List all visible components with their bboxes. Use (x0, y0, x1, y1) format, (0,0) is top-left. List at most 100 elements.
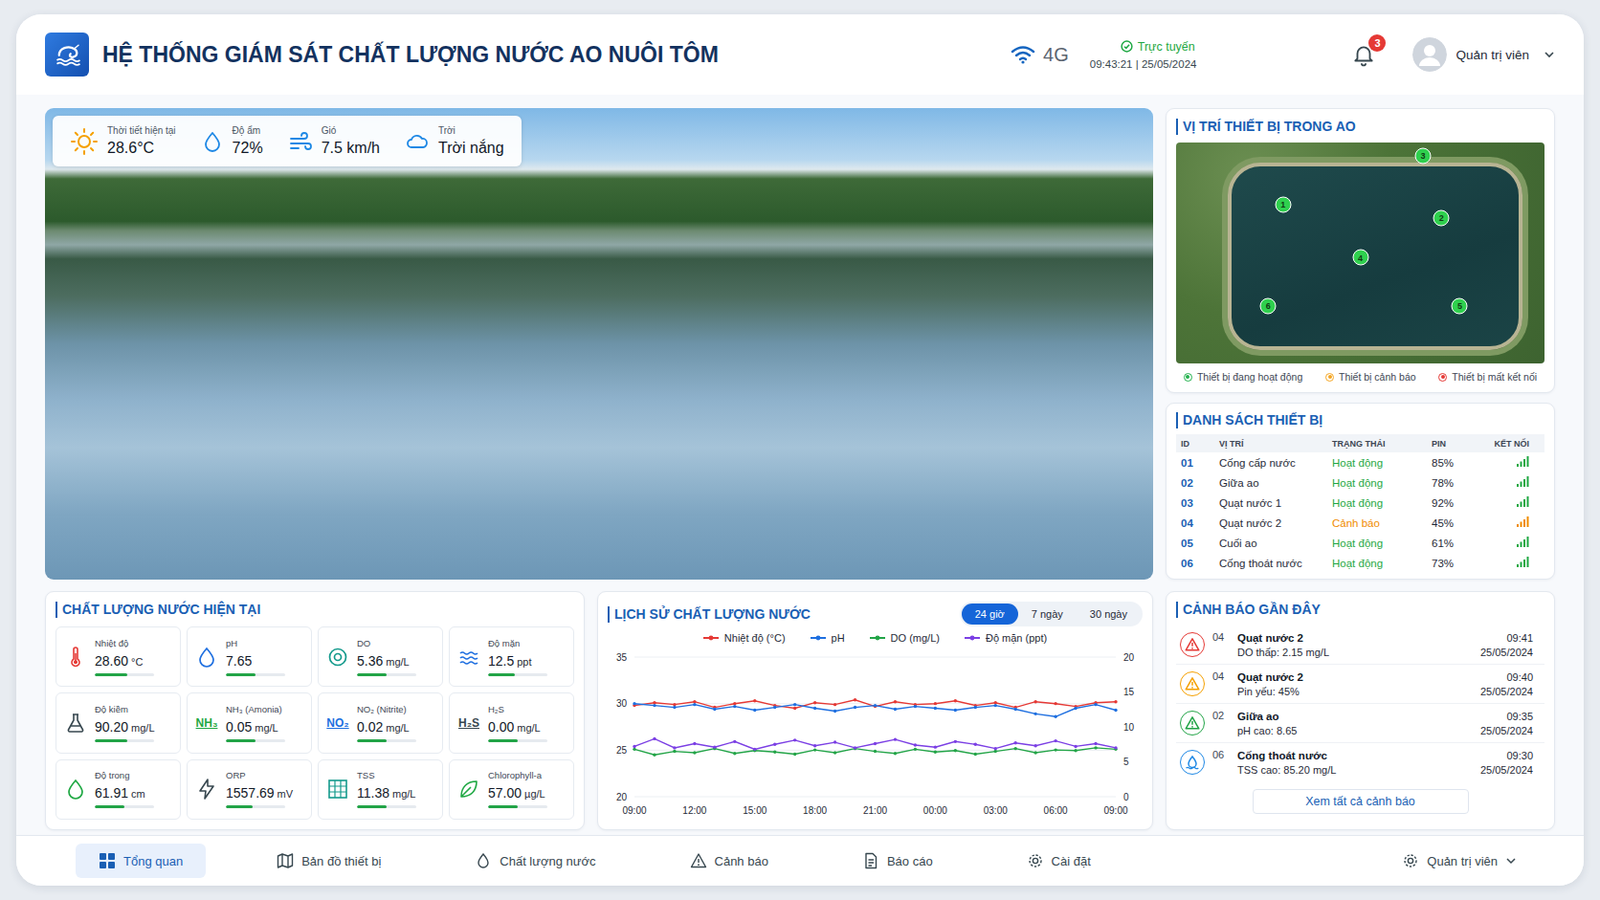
alert-item[interactable]: 02Giữa aopH cao: 8.6509:3525/05/2024 (1176, 704, 1545, 744)
notification-button[interactable]: 3 (1349, 40, 1378, 69)
alert-item[interactable]: 04Quạt nước 2Pin yếu: 45%09:4025/05/2024 (1176, 665, 1545, 705)
droplet-icon (474, 852, 492, 870)
series (632, 737, 1117, 752)
table-row[interactable]: 02Giữa aoHoạt động78% (1176, 472, 1545, 493)
range-tab[interactable]: 30 ngày (1076, 603, 1141, 625)
series-point (793, 707, 797, 711)
alert-title: Quạt nước 2 (1237, 632, 1473, 645)
table-row[interactable]: 06Cống thoát nướcHoạt động73% (1176, 553, 1545, 574)
nav-item[interactable]: Chất lượng nước (451, 844, 619, 879)
nav-user-menu[interactable]: Quản trị viên (1401, 852, 1517, 870)
series-point (933, 745, 937, 749)
series-point (1053, 715, 1057, 719)
alert-icon (1179, 711, 1205, 736)
view-all-alerts-button[interactable]: Xem tất cả cảnh báo (1252, 789, 1469, 815)
range-tab[interactable]: 24 giờ (961, 603, 1019, 625)
metric-icon: H₂S (456, 716, 482, 731)
device-location: Quạt nước 2 (1214, 517, 1328, 530)
series-point (1073, 749, 1077, 753)
device-pin[interactable]: 4 (1352, 249, 1369, 267)
metric-card[interactable]: pH7.65 (186, 626, 312, 688)
alert-device-id: 02 (1212, 710, 1230, 722)
series-point (813, 701, 817, 705)
user-menu[interactable]: Quản trị viên (1412, 37, 1556, 72)
alert-time: 09:41 (1480, 632, 1534, 645)
metric-card[interactable]: H₂SH₂S0.00mg/L (448, 692, 575, 754)
alert-item[interactable]: 06Cống thoát nướcTSS cao: 85.20 mg/L09:3… (1176, 743, 1545, 782)
weather-label: Gió (321, 125, 380, 136)
legend-item: Thiết bị cảnh báo (1325, 371, 1417, 383)
nav-item[interactable]: Cài đặt (1003, 844, 1114, 879)
metric-card[interactable]: NO₂NO₂ (Nitrite)0.02mg/L (317, 692, 444, 754)
metric-icon (456, 777, 482, 801)
metric-bar-fill (488, 739, 518, 743)
metric-grid: Nhiệt độ 28.60°C pH7.65DO5.36mg/LĐộ mặn12.… (55, 626, 575, 821)
metric-value: 28.60°C (94, 652, 155, 670)
x-axis-label: 18:00 (802, 805, 827, 817)
metric-card[interactable]: Chlorophyll-a57.00µg/L (448, 759, 575, 821)
nav-item[interactable]: Cảnh báo (666, 844, 792, 879)
metric-card[interactable]: Nhiệt độ 28.60°C (55, 626, 181, 688)
series-point (692, 700, 696, 704)
metric-card[interactable]: Độ mặn12.5ppt (448, 626, 575, 688)
alert-time: 09:35 (1480, 711, 1534, 723)
metric-bar-fill (356, 805, 387, 809)
grid-line (634, 797, 1116, 799)
metric-card[interactable]: ORP1557.69mV (186, 759, 312, 821)
metric-icon (63, 711, 89, 735)
metric-label: Nhiệt độ (94, 638, 155, 649)
nav-item[interactable]: Tổng quan (75, 844, 206, 879)
series-point (1053, 702, 1057, 706)
x-axis-label: 03:00 (983, 805, 1008, 817)
alert-time: 09:30 (1480, 750, 1534, 762)
series-point (1073, 707, 1077, 711)
warning-icon (1184, 676, 1200, 692)
series-point (652, 701, 656, 705)
metric-bar (488, 805, 548, 809)
chart-legend-item: DO (mg/L) (869, 632, 940, 645)
metric-bar-fill (356, 673, 387, 677)
device-pin[interactable]: 2 (1433, 209, 1450, 226)
metric-icon: NH₃ (194, 716, 220, 731)
series-point (652, 754, 656, 757)
bolt-icon (195, 777, 219, 801)
pond-map[interactable]: 1 2 3 4 5 6 (1176, 142, 1545, 364)
alert-item[interactable]: 04Quạt nước 2DO thấp: 2.15 mg/L09:4125/0… (1176, 625, 1545, 666)
series-point (733, 702, 736, 706)
series-point (712, 745, 716, 749)
shrimp-logo-icon[interactable] (44, 32, 89, 77)
nav-item[interactable]: Bản đồ thiết bị (253, 844, 404, 879)
series-point (873, 704, 877, 708)
device-id: 04 (1176, 517, 1215, 530)
metric-card[interactable]: TSS11.38mg/L (317, 759, 444, 821)
weather-label: Trời (438, 125, 505, 136)
series-point (994, 701, 998, 705)
alert-device-id: 04 (1212, 670, 1230, 683)
x-axis-label: 12:00 (682, 805, 707, 817)
legend-dot-icon (1183, 373, 1193, 382)
metric-card[interactable]: DO5.36mg/L (317, 626, 444, 688)
table-row[interactable]: 04Quạt nước 2Cảnh báo45% (1176, 512, 1545, 534)
device-pin[interactable]: 1 (1274, 196, 1291, 213)
device-pin[interactable]: 5 (1451, 297, 1468, 314)
table-row[interactable]: 05Cuối aoHoạt động61% (1176, 533, 1545, 554)
table-row[interactable]: 03Quạt nước 1Hoạt động92% (1176, 492, 1545, 513)
metric-card[interactable]: Độ kiềm90.20mg/L (55, 692, 181, 754)
range-tab[interactable]: 7 ngày (1018, 603, 1077, 625)
device-id: 06 (1176, 557, 1215, 570)
table-row[interactable]: 01Cống cấp nướcHoạt động85% (1176, 452, 1545, 473)
device-pin[interactable]: 6 (1260, 297, 1277, 314)
series-point (1053, 739, 1057, 743)
series (632, 746, 1117, 757)
metric-card[interactable]: Độ trong61.91cm (55, 759, 181, 821)
nav-item[interactable]: Báo cáo (839, 844, 956, 879)
series-point (632, 748, 636, 752)
series-point (853, 746, 857, 750)
device-pin[interactable]: 3 (1414, 147, 1431, 164)
device-location: Cuối ao (1214, 537, 1328, 550)
map-icon (276, 852, 294, 870)
series-point (1014, 708, 1018, 712)
metric-card[interactable]: NH₃NH₃ (Amonia)0.05mg/L (186, 692, 312, 754)
app-frame: HỆ THỐNG GIÁM SÁT CHẤT LƯỢNG NƯỚC AO NUÔ… (16, 14, 1584, 887)
metric-value: 12.5ppt (488, 652, 548, 670)
